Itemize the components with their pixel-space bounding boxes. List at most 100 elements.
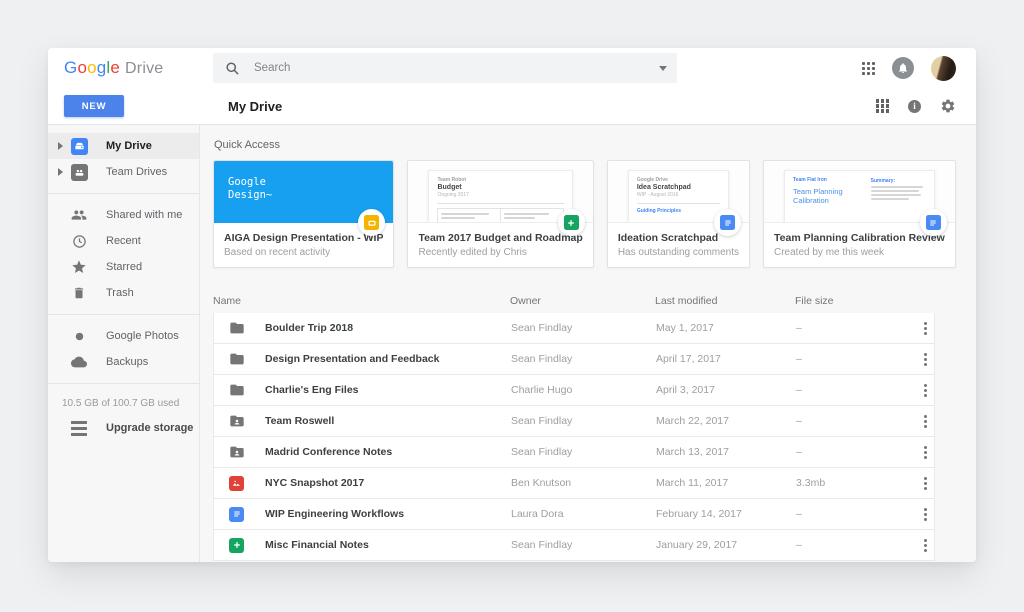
row-menu-button[interactable] [921, 505, 930, 524]
google-drive-logo[interactable]: Google Drive [64, 58, 213, 78]
file-modified: April 17, 2017 [656, 353, 721, 365]
search-icon [225, 61, 240, 76]
logo-letter: G [64, 58, 78, 77]
sidebar-item-label: Upgrade storage [106, 422, 194, 434]
file-modified: April 3, 2017 [656, 384, 715, 396]
drive-window: Google Drive NEW My Drive i [48, 48, 976, 562]
preview-title: Budget [437, 184, 462, 191]
google-photos-icon [70, 327, 88, 345]
product-name: Drive [125, 60, 164, 77]
sidebar-item-recent[interactable]: Recent [48, 228, 199, 254]
settings-gear-icon[interactable] [940, 98, 956, 114]
page-title: My Drive [228, 98, 283, 114]
docs-file-icon [228, 506, 245, 523]
file-modified: February 14, 2017 [656, 508, 742, 520]
row-menu-button[interactable] [921, 412, 930, 431]
file-size: – [796, 353, 802, 365]
table-row[interactable]: Madrid Conference Notes Sean Findlay Mar… [213, 437, 935, 468]
file-owner: Ben Knutson [511, 477, 572, 489]
quick-access-card[interactable]: Team Robot Budget Ongoing 2017 Team 2017… [407, 160, 594, 268]
table-row[interactable]: Misc Financial Notes Sean Findlay Januar… [213, 530, 935, 561]
column-header-owner[interactable]: Owner [510, 295, 655, 307]
user-avatar[interactable] [931, 55, 956, 81]
search-bar[interactable] [213, 53, 677, 83]
preview-kicker: Team Robot [437, 177, 466, 183]
grid-view-icon[interactable] [875, 99, 889, 113]
file-modified: March 13, 2017 [656, 446, 729, 458]
sidebar-item-team-drives[interactable]: Team Drives [48, 159, 199, 185]
sidebar-divider [48, 193, 199, 194]
apps-grid-icon[interactable] [862, 61, 875, 75]
file-modified: January 29, 2017 [656, 539, 738, 551]
file-name: Design Presentation and Feedback [265, 353, 440, 365]
preview-title: Idea Scratchpad [636, 184, 691, 191]
column-header-file-size[interactable]: File size [795, 295, 920, 307]
sidebar: My Drive Team Drives Shared with me Rece… [48, 125, 200, 562]
notifications-bell-icon[interactable] [892, 57, 914, 79]
sheets-file-icon [228, 537, 245, 554]
row-menu-button[interactable] [921, 350, 930, 369]
table-row[interactable]: Boulder Trip 2018 Sean Findlay May 1, 20… [213, 313, 935, 344]
card-subtitle: Created by me this week [774, 247, 885, 258]
logo-letter: o [77, 58, 88, 77]
cloud-icon [70, 353, 88, 371]
row-menu-button[interactable] [921, 443, 930, 462]
sidebar-item-label: My Drive [106, 140, 152, 152]
table-row[interactable]: Team Roswell Sean Findlay March 22, 2017… [213, 406, 935, 437]
quick-access-card[interactable]: Team Flat Iron Team Planning Calibration… [763, 160, 956, 268]
sidebar-item-label: Trash [106, 287, 134, 299]
sheets-file-icon [557, 209, 585, 236]
sidebar-item-shared-with-me[interactable]: Shared with me [48, 202, 199, 228]
sidebar-item-label: Team Drives [106, 166, 168, 178]
info-icon[interactable]: i [908, 99, 921, 113]
team-drives-icon [70, 163, 88, 181]
sidebar-item-label: Google Photos [106, 330, 179, 342]
sidebar-item-backups[interactable]: Backups [48, 349, 199, 375]
people-icon [70, 206, 88, 224]
new-button[interactable]: NEW [64, 95, 124, 117]
file-owner: Sean Findlay [511, 446, 573, 458]
logo-letter: o [87, 58, 97, 77]
file-name: Team Roswell [265, 415, 335, 427]
row-menu-button[interactable] [921, 319, 930, 338]
sidebar-item-label: Recent [106, 235, 141, 247]
row-menu-button[interactable] [921, 536, 930, 555]
folder-icon [228, 351, 245, 368]
preview-subtitle: WIP - August 2016 [636, 192, 679, 198]
row-menu-button[interactable] [921, 474, 930, 493]
table-row[interactable]: Design Presentation and Feedback Sean Fi… [213, 344, 935, 375]
file-name: Misc Financial Notes [265, 539, 369, 551]
file-size: 3.3mb [796, 477, 826, 489]
file-size: – [796, 384, 802, 396]
preview-table [437, 208, 564, 222]
column-header-name[interactable]: Name [213, 295, 510, 307]
sidebar-item-upgrade-storage[interactable]: Upgrade storage [48, 415, 199, 441]
file-name: WIP Engineering Workflows [265, 508, 405, 520]
sidebar-item-my-drive[interactable]: My Drive [48, 133, 199, 159]
file-owner: Laura Dora [511, 508, 564, 520]
file-owner: Sean Findlay [511, 322, 573, 334]
preview-link: Guiding Principles [636, 208, 682, 214]
quick-access-card[interactable]: Google Drive Idea Scratchpad WIP - Augus… [606, 160, 750, 268]
preview-kicker: Google Drive [636, 177, 668, 183]
file-name: Madrid Conference Notes [265, 446, 393, 458]
table-row[interactable]: NYC Snapshot 2017 Ben Knutson March 11, … [213, 468, 935, 499]
sidebar-item-trash[interactable]: Trash [48, 280, 199, 306]
storage-bars-icon [70, 419, 88, 437]
search-options-chevron-icon[interactable] [659, 65, 667, 71]
table-row[interactable]: WIP Engineering Workflows Laura Dora Feb… [213, 499, 935, 530]
trash-icon [70, 284, 88, 302]
table-row[interactable]: Charlie's Eng Files Charlie Hugo April 3… [213, 375, 935, 406]
row-menu-button[interactable] [921, 381, 930, 400]
sidebar-item-label: Shared with me [106, 209, 183, 221]
sidebar-item-google-photos[interactable]: Google Photos [48, 323, 199, 349]
search-input[interactable] [254, 62, 659, 74]
logo-letter: g [96, 58, 107, 77]
quick-access-card[interactable]: Google Design~ AIGA Design Presentation … [213, 160, 395, 268]
sidebar-item-starred[interactable]: Starred [48, 254, 199, 280]
file-name: Charlie's Eng Files [265, 384, 359, 396]
column-header-last-modified[interactable]: Last modified [655, 295, 795, 307]
file-owner: Sean Findlay [511, 353, 573, 365]
expand-arrow-icon[interactable] [58, 142, 63, 150]
expand-arrow-icon[interactable] [58, 168, 63, 176]
